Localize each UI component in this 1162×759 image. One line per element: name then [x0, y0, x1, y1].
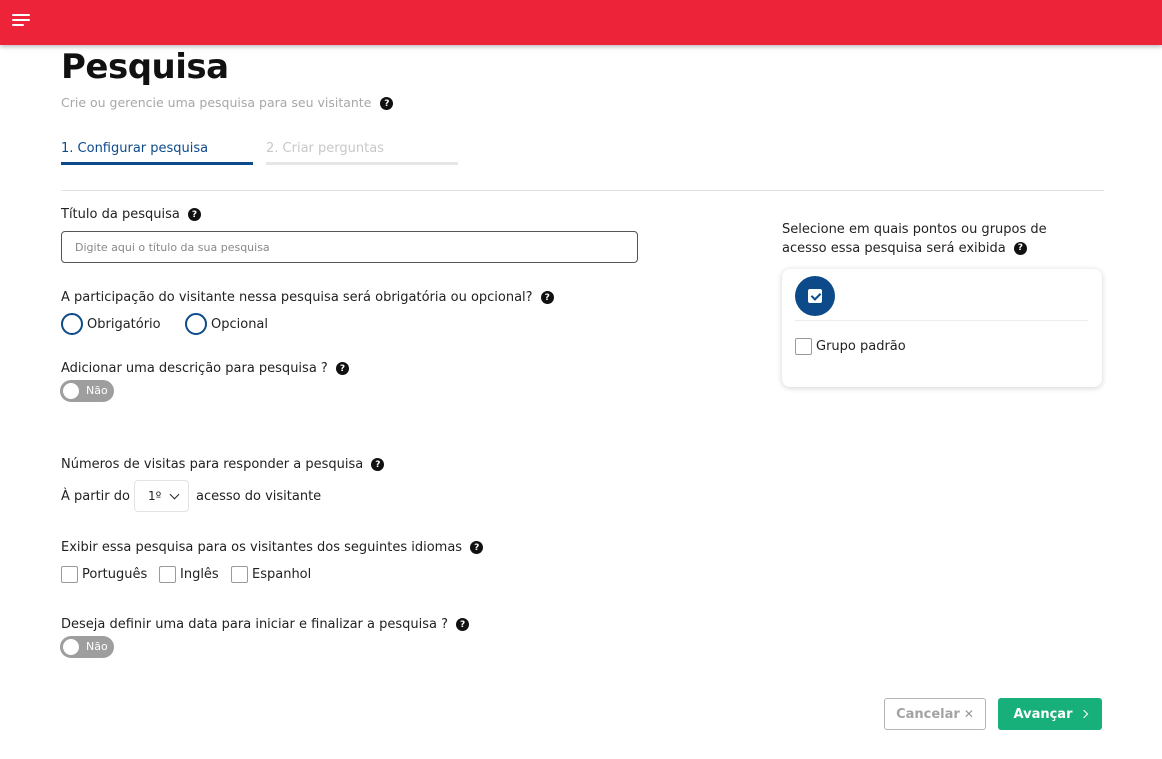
checkbox-label: Português: [82, 567, 148, 582]
groups-card: Grupo padrão: [782, 269, 1102, 387]
visits-prefix: À partir do: [61, 489, 130, 504]
survey-title-label-text: Título da pesquisa: [61, 207, 180, 222]
checkbox-label: Grupo padrão: [816, 339, 906, 354]
help-icon[interactable]: ?: [470, 541, 484, 554]
checkbox-label: Inglês: [180, 567, 219, 582]
checkbox-label: Espanhol: [252, 567, 312, 582]
checkbox[interactable]: [159, 566, 176, 583]
next-button-label: Avançar: [1013, 706, 1073, 722]
visits-label-text: Números de visitas para responder a pesq…: [61, 457, 364, 472]
help-icon[interactable]: ?: [456, 618, 470, 631]
group-option-grupo-padrao[interactable]: Grupo padrão: [795, 336, 906, 355]
chevron-right-icon: [1079, 709, 1088, 719]
survey-title-label: Título da pesquisa ?: [61, 207, 201, 222]
participation-label-text: A participação do visitante nessa pesqui…: [61, 290, 533, 305]
help-icon[interactable]: ?: [187, 208, 201, 221]
checkbox[interactable]: [61, 566, 78, 583]
description-label: Adicionar uma descrição para pesquisa ? …: [61, 361, 349, 376]
toggle-knob: [63, 383, 79, 399]
groups-label-line2: acesso essa pesquisa será exibida ?: [782, 239, 1047, 258]
language-option-ingles[interactable]: Inglês: [159, 564, 219, 583]
cancel-button-label: Cancelar: [896, 706, 960, 722]
chevron-down-icon: [169, 489, 180, 500]
toggle-state-label: Não: [86, 384, 108, 397]
language-option-portugues[interactable]: Português: [61, 564, 147, 583]
radio-button[interactable]: [185, 313, 207, 335]
help-icon[interactable]: ?: [335, 362, 349, 375]
help-icon[interactable]: ?: [1013, 242, 1027, 255]
groups-label: Selecione em quais pontos ou grupos de a…: [782, 220, 1047, 258]
next-button[interactable]: Avançar: [998, 698, 1102, 730]
visits-suffix: acesso do visitante: [196, 489, 322, 504]
radio-option-obrigatorio[interactable]: Obrigatório: [61, 313, 161, 335]
checkbox-checked-icon: [808, 289, 822, 303]
languages-label: Exibir essa pesquisa para os visitantes …: [61, 540, 484, 555]
survey-title-input[interactable]: [61, 231, 638, 263]
card-divider: [795, 320, 1088, 321]
hamburger-menu-icon[interactable]: [12, 14, 32, 30]
help-icon[interactable]: ?: [371, 458, 385, 471]
checkbox[interactable]: [795, 338, 812, 355]
languages-label-text: Exibir essa pesquisa para os visitantes …: [61, 540, 463, 555]
page-subtitle: Crie ou gerencie uma pesquisa para seu v…: [61, 95, 394, 110]
radio-option-opcional[interactable]: Opcional: [185, 313, 268, 335]
date-label-text: Deseja definir uma data para iniciar e f…: [61, 617, 449, 632]
page-subtitle-text: Crie ou gerencie uma pesquisa para seu v…: [61, 95, 372, 110]
radio-label: Obrigatório: [87, 316, 161, 332]
visits-select[interactable]: 1º: [134, 480, 189, 512]
close-icon: ✕: [963, 707, 974, 721]
inactive-tab-indicator: [266, 162, 458, 165]
groups-label-line1: Selecione em quais pontos ou grupos de: [782, 222, 1047, 237]
top-app-bar: [0, 0, 1162, 45]
checkbox[interactable]: [231, 566, 248, 583]
description-label-text: Adicionar uma descrição para pesquisa ?: [61, 361, 328, 376]
visits-select-value: 1º: [148, 489, 162, 503]
page-title: Pesquisa: [61, 47, 229, 87]
section-divider: [61, 190, 1104, 191]
visits-label: Números de visitas para responder a pesq…: [61, 457, 385, 472]
groups-label-line2-text: acesso essa pesquisa será exibida: [782, 241, 1006, 256]
help-icon[interactable]: ?: [380, 97, 394, 110]
toggle-knob: [63, 639, 79, 655]
select-all-groups-button[interactable]: [795, 276, 835, 316]
radio-button[interactable]: [61, 313, 83, 335]
date-label: Deseja definir uma data para iniciar e f…: [61, 617, 470, 632]
cancel-button[interactable]: Cancelar ✕: [884, 698, 986, 730]
active-tab-indicator: [61, 162, 253, 165]
participation-label: A participação do visitante nessa pesqui…: [61, 290, 554, 305]
radio-label: Opcional: [211, 316, 269, 332]
language-option-espanhol[interactable]: Espanhol: [231, 564, 311, 583]
toggle-state-label: Não: [86, 640, 108, 653]
help-icon[interactable]: ?: [540, 291, 554, 304]
date-toggle[interactable]: Não: [60, 636, 114, 658]
description-toggle[interactable]: Não: [60, 380, 114, 402]
